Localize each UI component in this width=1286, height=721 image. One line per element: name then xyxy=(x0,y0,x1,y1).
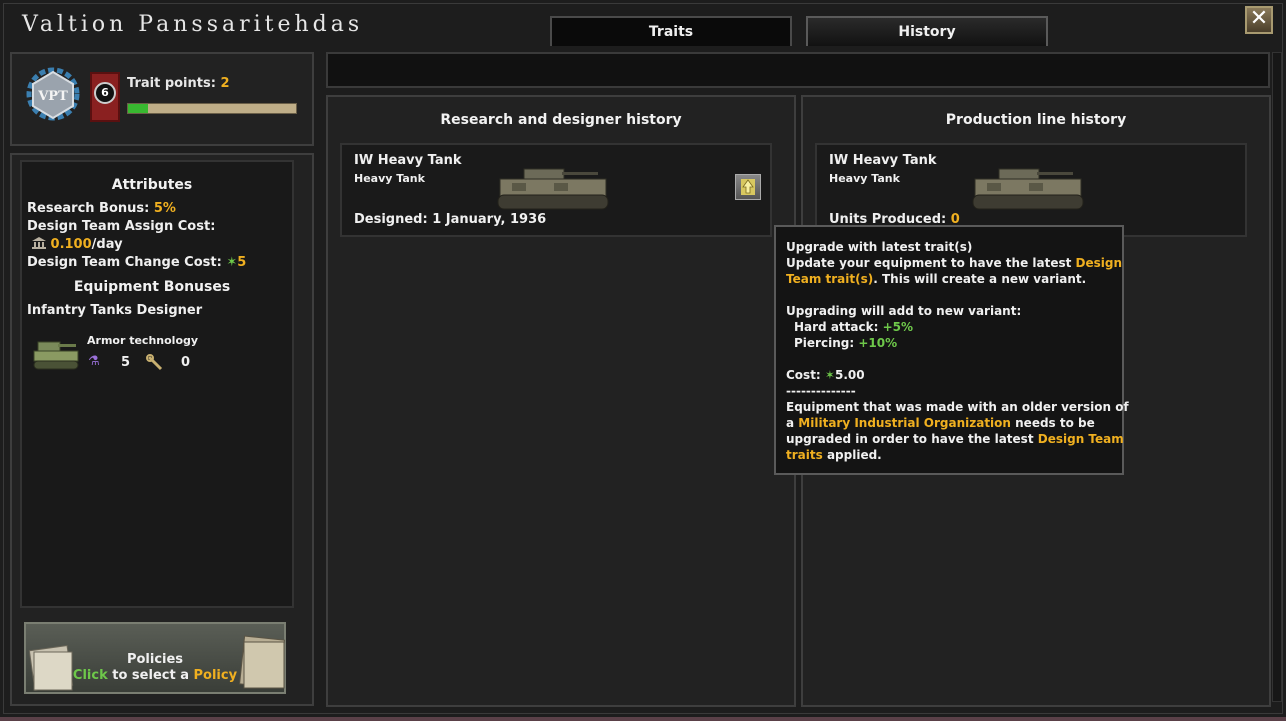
tab-traits-label: Traits xyxy=(648,24,694,40)
tooltip-p4-b: applied. xyxy=(826,448,882,462)
tooltip-p2-b: Military Industrial Organization xyxy=(798,416,1011,430)
tooltip-hard-attack: Hard attack: +5% xyxy=(794,320,913,334)
policies-click: Click xyxy=(72,668,108,683)
hard-attack-label: Hard attack: xyxy=(794,320,879,334)
window-title: Valtion Panssaritehdas xyxy=(22,12,364,37)
tooltip-p2: a Military Industrial Organization needs… xyxy=(786,416,1095,430)
trait-count: 6 xyxy=(94,82,116,104)
research-item-type: Heavy Tank xyxy=(354,172,425,185)
tooltip-line2: Team trait(s). This will create a new va… xyxy=(786,272,1086,286)
trait-points-value: 2 xyxy=(220,76,230,91)
cost-value: 5.00 xyxy=(834,368,865,382)
tooltip-line2-a: Team trait(s) xyxy=(786,272,874,286)
designer-type: Infantry Tanks Designer xyxy=(27,303,203,318)
wrench-icon xyxy=(146,354,163,371)
organization-logo: VPT xyxy=(26,67,80,121)
tooltip-p2-c: needs to be xyxy=(1015,416,1095,430)
trait-points-label: Trait points: xyxy=(127,76,216,91)
tooltip-cost: Cost: ✶5.00 xyxy=(786,368,865,382)
tooltip-line2-b: . This will create a new variant. xyxy=(873,272,1087,286)
tooltip-p3-b: Design Team xyxy=(1037,432,1124,446)
piercing-value: +10% xyxy=(858,336,898,350)
research-bonus-label: Research Bonus: xyxy=(27,201,150,216)
production-item-name: IW Heavy Tank xyxy=(829,153,937,168)
tooltip-separator: -------------- xyxy=(786,384,856,398)
upgrade-button[interactable] xyxy=(735,174,761,200)
assign-cost-label: Design Team Assign Cost: xyxy=(27,219,216,234)
policies-subtitle: Click to select a Policy xyxy=(26,668,284,683)
tooltip-p4-a: traits xyxy=(786,448,823,462)
army-xp-icon: ✶ xyxy=(226,255,238,270)
assign-cost: 0.100/day xyxy=(32,237,123,252)
trait-count-badge: 6 xyxy=(90,72,120,122)
heavy-tank-image xyxy=(972,168,1084,210)
tooltip-p4: traits applied. xyxy=(786,448,882,462)
tab-history-label: History xyxy=(898,24,956,40)
policies-policy: Policy xyxy=(193,668,238,683)
scrollbar[interactable] xyxy=(1272,52,1282,702)
tooltip-upgrade-heading: Upgrading will add to new variant: xyxy=(786,304,1022,318)
policies-middle: to select a xyxy=(112,668,189,683)
research-history-title: Research and designer history xyxy=(440,112,682,128)
policies-title: Policies xyxy=(126,652,184,667)
tooltip-p3: upgraded in order to have the latest Des… xyxy=(786,432,1124,446)
army-xp-icon: ✶ xyxy=(824,368,835,382)
change-cost: Design Team Change Cost: ✶5 xyxy=(27,255,246,270)
tooltip-line1: Update your equipment to have the latest… xyxy=(786,256,1122,270)
change-cost-label: Design Team Change Cost: xyxy=(27,255,222,270)
equipment-bonuses-title: Equipment Bonuses xyxy=(73,279,231,295)
research-flask-icon: ⚗ xyxy=(88,354,100,369)
hard-attack-value: +5% xyxy=(882,320,914,334)
trait-progress-fill xyxy=(128,104,149,113)
close-button[interactable]: ✕ xyxy=(1245,6,1273,34)
political-power-icon xyxy=(32,237,46,249)
piercing-label: Piercing: xyxy=(794,336,855,350)
research-bonus: Research Bonus: 5% xyxy=(27,201,176,216)
production-history-title: Production line history xyxy=(945,112,1127,128)
assign-cost-value: 0.100 xyxy=(50,237,92,252)
tooltip-p3-a: upgraded in order to have the latest xyxy=(786,432,1034,446)
policies-button[interactable]: Policies Click to select a Policy xyxy=(24,622,286,694)
assign-cost-unit: /day xyxy=(91,237,123,252)
tooltip-p2-a: a xyxy=(786,416,795,430)
tooltip-piercing: Piercing: +10% xyxy=(794,336,897,350)
heavy-tank-image xyxy=(497,168,609,210)
upgrade-tooltip: Upgrade with latest trait(s) Update your… xyxy=(774,225,1129,475)
trait-points: Trait points: 2 xyxy=(127,76,230,91)
production-item-type: Heavy Tank xyxy=(829,172,900,185)
history-topbar xyxy=(326,52,1270,88)
armor-tank-icon xyxy=(33,341,79,370)
production-value: 0 xyxy=(181,355,191,370)
research-history-item[interactable]: IW Heavy Tank Heavy Tank Designed: 1 Jan… xyxy=(340,143,772,237)
tooltip-line1-b: Design xyxy=(1075,256,1123,270)
arrow-up-icon xyxy=(741,179,755,195)
attributes-title: Attributes xyxy=(111,177,193,193)
tooltip-line1-a: Update your equipment to have the latest xyxy=(786,256,1072,270)
research-value: 5 xyxy=(121,355,131,370)
tooltip-title: Upgrade with latest trait(s) xyxy=(786,240,973,254)
svg-text:VPT: VPT xyxy=(37,89,68,104)
tab-history[interactable]: History xyxy=(806,16,1048,46)
research-bonus-value: 5% xyxy=(153,201,176,216)
technology-label: Armor technology xyxy=(87,334,199,347)
research-item-name: IW Heavy Tank xyxy=(354,153,462,168)
cost-label: Cost: xyxy=(786,368,821,382)
tab-traits[interactable]: Traits xyxy=(550,16,792,46)
trait-progress-bar xyxy=(127,103,297,114)
production-history-item[interactable]: IW Heavy Tank Heavy Tank Units Produced:… xyxy=(815,143,1247,237)
close-icon: ✕ xyxy=(1249,6,1269,31)
change-cost-value: 5 xyxy=(237,255,247,270)
tooltip-p1: Equipment that was made with an older ve… xyxy=(786,400,1129,414)
